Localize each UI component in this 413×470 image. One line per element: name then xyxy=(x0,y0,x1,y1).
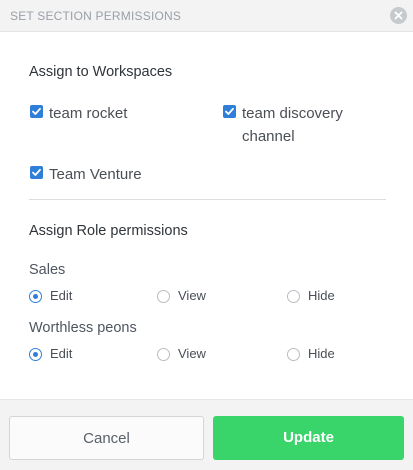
dialog-title: SET SECTION PERMISSIONS xyxy=(10,9,182,23)
checkmark-icon xyxy=(32,168,41,176)
close-icon xyxy=(394,11,403,20)
checkmark-icon xyxy=(225,107,234,115)
radio-label: View xyxy=(178,346,206,361)
workspace-label-line2: channel xyxy=(242,128,295,145)
workspace-checkbox-team-venture[interactable]: Team Venture xyxy=(30,166,210,186)
radio-sales-edit[interactable]: Edit xyxy=(29,288,139,306)
radio-sales-hide[interactable]: Hide xyxy=(287,288,387,306)
workspace-checkbox-team-discovery-channel[interactable]: team discovery channel xyxy=(223,105,393,149)
role-name-sales: Sales xyxy=(29,262,66,278)
radio-button[interactable] xyxy=(287,348,300,361)
radio-peons-view[interactable]: View xyxy=(157,346,267,364)
update-button[interactable]: Update xyxy=(213,416,404,460)
radio-button[interactable] xyxy=(287,290,300,303)
roles-heading: Assign Role permissions xyxy=(29,223,188,239)
radio-label: Hide xyxy=(308,346,335,361)
radio-button[interactable] xyxy=(157,348,170,361)
checkbox-checked[interactable] xyxy=(30,166,43,179)
checkmark-icon xyxy=(32,107,41,115)
dialog-footer: Cancel Update xyxy=(0,399,413,470)
role-name-worthless-peons: Worthless peons xyxy=(29,320,137,336)
radio-peons-hide[interactable]: Hide xyxy=(287,346,387,364)
close-button[interactable] xyxy=(390,7,407,24)
workspace-label: team rocket xyxy=(49,105,128,122)
radio-label: Edit xyxy=(50,288,73,303)
workspace-label: Team Venture xyxy=(49,166,142,183)
dialog-header: SET SECTION PERMISSIONS xyxy=(0,0,413,32)
cancel-button[interactable]: Cancel xyxy=(9,416,204,460)
section-divider xyxy=(29,199,386,200)
checkbox-checked[interactable] xyxy=(223,105,236,118)
checkbox-checked[interactable] xyxy=(30,105,43,118)
radio-peons-edit[interactable]: Edit xyxy=(29,346,139,364)
workspace-label: team discovery channel xyxy=(242,102,343,148)
radio-button[interactable] xyxy=(157,290,170,303)
radio-label: Hide xyxy=(308,288,335,303)
radio-sales-view[interactable]: View xyxy=(157,288,267,306)
radio-button-selected[interactable] xyxy=(29,348,42,361)
radio-label: View xyxy=(178,288,206,303)
radio-label: Edit xyxy=(50,346,73,361)
workspace-checkbox-team-rocket[interactable]: team rocket xyxy=(30,105,210,125)
workspaces-heading: Assign to Workspaces xyxy=(29,64,173,80)
radio-button-selected[interactable] xyxy=(29,290,42,303)
workspace-label-line1: team discovery xyxy=(242,105,343,122)
